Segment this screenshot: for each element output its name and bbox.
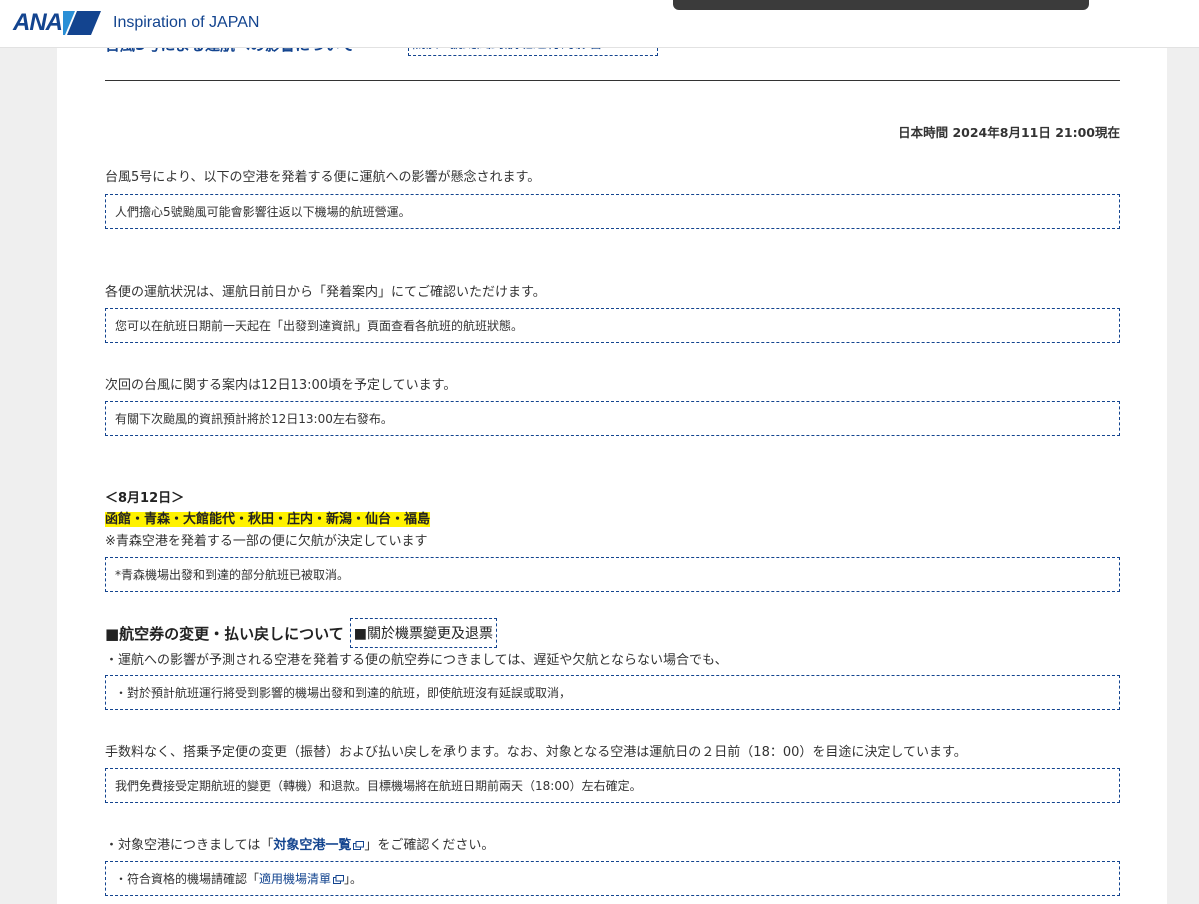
cancel-note-jp: ※青森空港を発着する一部の便に欠航が決定しています xyxy=(105,534,428,549)
external-link-icon xyxy=(333,875,345,884)
title-divider xyxy=(105,80,1120,81)
ticket3-jp-prefix: ・対象空港につきましては「 xyxy=(105,838,274,853)
notice2-jp: 各便の運航状況は、運航日前日から「発着案内」にてご確認いただけます。 xyxy=(105,285,546,300)
notice3-jp: 次回の台風に関する案内は12日13:00頃を予定しています。 xyxy=(105,378,457,393)
target-airports-link[interactable]: 対象空港一覧 xyxy=(273,838,365,853)
notice2-zh-box: 您可以在航班日期前一天起在「出發到達資訊」頁面查看各航班的航班狀態。 xyxy=(105,308,1120,343)
notice1-zh: 人們擔心5號颱風可能會影響往返以下機場的航班營運。 xyxy=(115,205,411,219)
notice2-zh: 您可以在航班日期前一天起在「出發到達資訊」頁面查看各航班的航班狀態。 xyxy=(115,319,524,333)
target-airports-link-text: 対象空港一覧 xyxy=(273,838,352,853)
applicable-airports-link[interactable]: 適用機場清單 xyxy=(259,870,345,887)
ticket2-zh: 我們免費接受定期航班的變更（轉機）和退款。目標機場將在航班日期前兩天（18:00… xyxy=(115,779,642,793)
ticket3-zh-box: ・符合資格的機場請確認「 適用機場清單」。 xyxy=(105,861,1120,896)
notice1-jp: 台風5号により、以下の空港を発着する便に運航への影響が懸念されます。 xyxy=(105,170,541,185)
airport-list: 函館・青森・大館能代・秋田・庄内・新潟・仙台・福島 xyxy=(105,508,431,527)
logo-wordmark: ANA xyxy=(13,9,63,36)
ticket2-zh-box: 我們免費接受定期航班的變更（轉機）和退款。目標機場將在航班日期前兩天（18:00… xyxy=(105,768,1120,803)
notice3-zh-box: 有關下次颱風的資訊預計將於12日13:00左右發布。 xyxy=(105,401,1120,436)
overlay-bar xyxy=(673,0,1089,10)
section-heading-jp: ■航空券の変更・払い戻しについて xyxy=(105,624,344,643)
notice1-zh-box: 人們擔心5號颱風可能會影響往返以下機場的航班營運。 xyxy=(105,194,1120,229)
ticket3-zh-prefix: ・符合資格的機場請確認「 xyxy=(115,872,260,886)
cancel-note-zh-box: *青森機場出發和到達的部分航班已被取消。 xyxy=(105,557,1120,592)
logo-stripes-icon xyxy=(63,11,101,35)
ticket2-jp: 手数料なく、搭乗予定便の変更（振替）および払い戻しを承ります。なお、対象となる空… xyxy=(105,745,967,760)
day-label: ＜8月12日＞ xyxy=(105,491,185,506)
section-heading: ■航空券の変更・払い戻しについて ■關於機票變更及退票 xyxy=(105,618,497,648)
ticket1-zh-box: ・對於預計航班運行將受到影響的機場出發和到達的航班，即使航班沒有延誤或取消， xyxy=(105,675,1120,710)
main-content: 台風5号による運航への影響について 關於5號颱風對航班運行的影響 日本時間 20… xyxy=(57,0,1167,904)
affected-airports: 函館・青森・大館能代・秋田・庄内・新潟・仙台・福島 xyxy=(105,512,431,527)
notice3-zh: 有關下次颱風的資訊預計將於12日13:00左右發布。 xyxy=(115,412,393,426)
section-heading-zh: ■關於機票變更及退票 xyxy=(349,618,497,648)
ticket1-zh: ・對於預計航班運行將受到影響的機場出發和到達的航班，即使航班沒有延誤或取消， xyxy=(115,686,572,700)
ticket3-jp: ・対象空港につきましては「対象空港一覧 」をご確認ください。 xyxy=(105,834,494,853)
update-datetime: 日本時間 2024年8月11日 21:00現在 xyxy=(898,125,1120,140)
ana-logo[interactable]: ANA Inspiration of JAPAN xyxy=(13,9,259,37)
ticket1-jp: ・運航への影響が予測される空港を発着する便の航空券につきましては、遅延や欠航とな… xyxy=(105,653,728,668)
cancel-note-zh: *青森機場出發和到達的部分航班已被取消。 xyxy=(115,568,350,582)
applicable-airports-link-text: 適用機場清單 xyxy=(259,872,332,886)
logo-tagline: Inspiration of JAPAN xyxy=(113,14,260,31)
ticket3-zh-suffix: 」。 xyxy=(344,872,363,886)
ticket3-jp-suffix: 」をご確認ください。 xyxy=(364,838,495,853)
external-link-icon xyxy=(353,841,365,850)
